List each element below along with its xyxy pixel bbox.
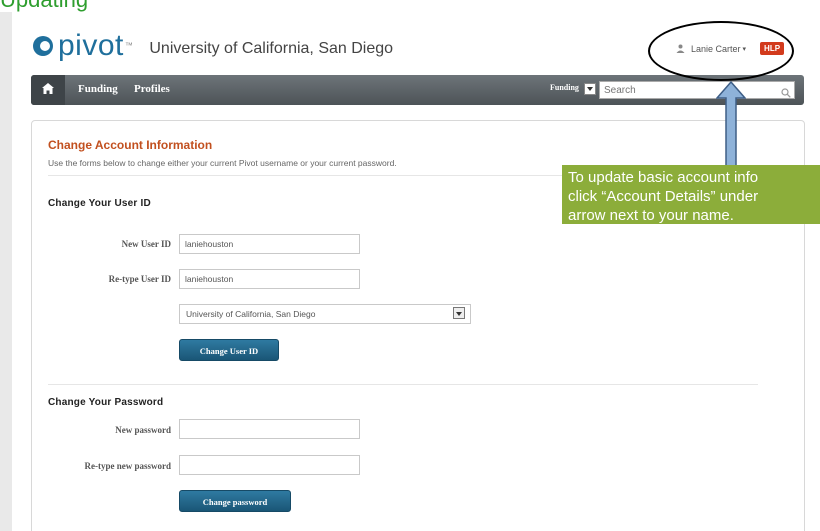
change-password-heading: Change Your Password <box>48 397 164 408</box>
search-scope-label[interactable]: Funding <box>550 83 579 92</box>
change-password-button[interactable]: Change password <box>179 490 291 512</box>
chevron-down-icon[interactable] <box>453 307 465 319</box>
search-input[interactable] <box>599 81 795 99</box>
page-description: Use the forms below to change either you… <box>48 158 397 168</box>
top-strip: Updating <box>0 0 820 12</box>
search-scope-dropdown[interactable] <box>584 83 596 95</box>
home-icon <box>42 81 54 99</box>
main-navbar: Funding Profiles Funding <box>31 75 804 105</box>
new-user-id-label: New User ID <box>121 239 171 249</box>
new-user-id-input[interactable] <box>179 234 360 254</box>
callout-ellipse <box>648 21 794 81</box>
search-icon[interactable] <box>781 85 791 98</box>
institution-name: University of California, San Diego <box>149 40 394 57</box>
retype-password-input[interactable] <box>179 455 360 475</box>
callout-line: click “Account Details” under <box>568 188 759 205</box>
retype-password-label: Re-type new password <box>84 461 172 471</box>
home-button[interactable] <box>31 75 65 105</box>
retype-user-id-input[interactable] <box>179 269 360 289</box>
divider <box>48 384 758 385</box>
nav-profiles[interactable]: Profiles <box>134 83 170 95</box>
pivot-page: pivot™ University of California, San Die… <box>12 12 820 531</box>
change-user-id-heading: Change Your User ID <box>48 198 151 209</box>
change-user-id-button[interactable]: Change User ID <box>179 339 279 361</box>
pivot-logo-text[interactable]: pivot™ <box>58 31 134 61</box>
callout-line: To update basic account info <box>568 169 759 186</box>
top-strip-text: Updating <box>0 0 88 12</box>
pivot-logo-icon <box>32 35 54 57</box>
nav-funding[interactable]: Funding <box>78 83 118 95</box>
page-title: Change Account Information <box>48 138 213 152</box>
brand-header: pivot™ University of California, San Die… <box>32 31 394 61</box>
institution-select[interactable]: University of California, San Diego <box>179 304 471 324</box>
callout-line: arrow next to your name. <box>568 207 734 224</box>
retype-user-id-label: Re-type User ID <box>108 274 171 284</box>
annotation-callout: To update basic account info click “Acco… <box>562 165 820 224</box>
new-password-label: New password <box>115 425 171 435</box>
trademark: ™ <box>124 41 134 50</box>
new-password-input[interactable] <box>179 419 360 439</box>
